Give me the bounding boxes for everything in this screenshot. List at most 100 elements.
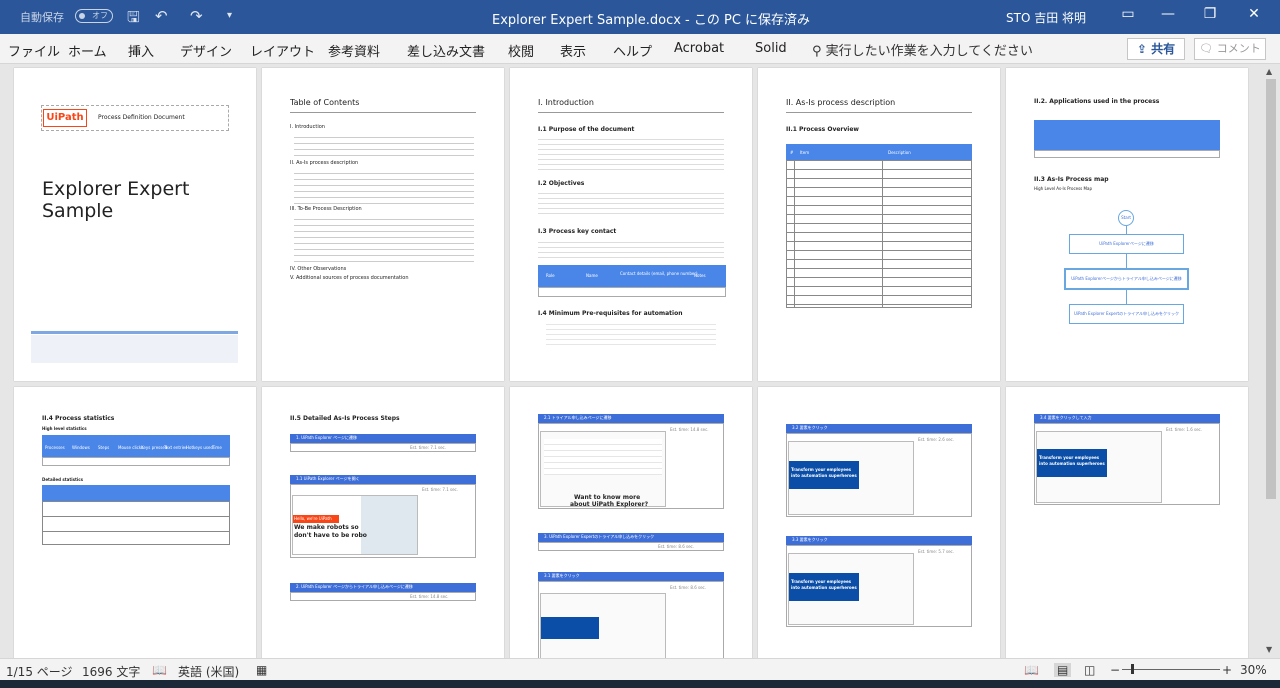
share-button[interactable]: ⇪ 共有 (1127, 38, 1185, 60)
page-10[interactable]: 3.4 要素をクリックして入力 Est. time: 1.6 sec. Tran… (1006, 387, 1248, 658)
toc-sub-lines (294, 214, 474, 264)
autosave-toggle[interactable]: オフ (75, 9, 113, 23)
proofing-icon[interactable]: 📖 (152, 663, 167, 677)
step-title: 3.4 要素をクリックして入力 (1040, 415, 1092, 420)
read-mode-icon[interactable]: 📖 (1024, 663, 1039, 677)
stats-th: Mouse clicks (118, 445, 144, 450)
scroll-down-icon[interactable]: ▼ (1266, 645, 1272, 654)
comment-label: コメント (1216, 42, 1261, 55)
tab-file[interactable]: ファイル (8, 41, 60, 60)
tab-home[interactable]: ホーム (68, 41, 107, 60)
word-count[interactable]: 1696 文字 (82, 663, 140, 680)
map-connector (1126, 290, 1127, 304)
scroll-up-icon[interactable]: ▲ (1266, 67, 1272, 76)
thumbnail-headline-1: Want to know more (574, 494, 641, 501)
tab-references[interactable]: 参考資料 (328, 41, 380, 60)
header-text: Process Definition Document (98, 114, 185, 121)
step-est-time: Est. time: 2.6 sec. (918, 437, 955, 442)
undo-icon[interactable]: ↶ (155, 7, 168, 25)
user-name[interactable]: STO 吉田 将明 (1006, 9, 1086, 26)
tab-review[interactable]: 校閲 (508, 41, 534, 60)
zoom-slider-thumb[interactable] (1131, 664, 1134, 674)
zoom-in-icon[interactable]: + (1222, 663, 1232, 677)
scrollbar-thumb[interactable] (1266, 79, 1276, 499)
map-step-1: UiPath Explorerページに遷移 (1069, 234, 1184, 254)
tab-design[interactable]: デザイン (180, 41, 232, 60)
web-layout-icon[interactable]: ◫ (1084, 663, 1095, 677)
body-text (538, 135, 724, 173)
comment-icon: 🗨 (1199, 42, 1217, 55)
subsection-heading: I.1 Purpose of the document (538, 126, 635, 133)
redo-icon[interactable]: ↷ (190, 7, 203, 25)
subsection-heading: II.5 Detailed As-Is Process Steps (290, 415, 400, 422)
contact-th-details: Contact details (email, phone number) (620, 271, 698, 276)
step-title: 3. UiPath Explorer Expertのトライアル申し込みをクリック (544, 534, 655, 539)
autosave-label: 自動保存 (20, 11, 64, 24)
zoom-out-icon[interactable]: − (1110, 663, 1120, 677)
map-step-3: UiPath Explorer Expertのトライアル申し込みをクリック (1069, 304, 1184, 324)
overview-col-rule (882, 160, 883, 308)
page-6[interactable]: II.4 Process statistics High level stati… (14, 387, 256, 658)
stats-th: Windows (72, 445, 90, 450)
tab-solid[interactable]: Solid (755, 41, 787, 56)
map-start-node: Start (1118, 210, 1134, 226)
minimize-icon[interactable]: — (1158, 6, 1178, 26)
hero-line-1: Transform your employees (791, 467, 852, 472)
step-est-time: Est. time: 7.1 sec. (422, 487, 459, 492)
subsection-heading: I.3 Process key contact (538, 228, 617, 235)
tab-insert[interactable]: 挿入 (128, 41, 154, 60)
subsection-heading: II.2. Applications used in the process (1034, 98, 1160, 105)
overview-th-num: # (790, 150, 794, 155)
step-title: 3.3 要素をクリック (792, 537, 828, 542)
close-icon[interactable]: ✕ (1244, 6, 1264, 26)
title-bar: 自動保存 オフ 🖫 ↶ ↷ ▾ Explorer Expert Sample.d… (0, 0, 1280, 34)
comment-button[interactable]: 🗨 コメント (1194, 38, 1266, 60)
step-est-time: Est. time: 8.6 sec. (670, 585, 707, 590)
page-2[interactable]: Table of Contents I. Introduction II. As… (262, 68, 504, 381)
stats-th: Time (212, 445, 222, 450)
macro-icon[interactable]: ▦ (256, 663, 267, 677)
zoom-slider[interactable] (1122, 669, 1220, 670)
restore-icon[interactable]: ❐ (1200, 6, 1220, 26)
search-text: 実行したい作業を入力してください (825, 44, 1033, 59)
contact-th-notes: Notes (694, 273, 706, 278)
tab-view[interactable]: 表示 (560, 41, 586, 60)
section-title: I. Introduction (538, 98, 594, 107)
page-8[interactable]: 2.1 トライアル申し込みページに遷移 Est. time: 14.8 sec.… (510, 387, 752, 658)
toc-sub-lines (294, 168, 474, 204)
page-5[interactable]: II.2. Applications used in the process I… (1006, 68, 1248, 381)
status-bar: 1/15 ページ 1696 文字 📖 英語 (米国) ▦ 📖 ▤ ◫ − + 3… (0, 658, 1280, 680)
subsection-heading: II.1 Process Overview (786, 126, 859, 133)
tab-mailings[interactable]: 差し込み文書 (407, 41, 485, 60)
share-label: 共有 (1151, 42, 1176, 56)
print-layout-icon[interactable]: ▤ (1054, 663, 1072, 677)
vertical-scrollbar[interactable]: ▲ ▼ (1262, 65, 1280, 658)
thumbnail-content (544, 439, 662, 475)
overview-table-header (786, 144, 972, 160)
contact-table-row (538, 287, 726, 297)
hero-line-1: Transform your employees (791, 579, 852, 584)
zoom-level[interactable]: 30% (1240, 663, 1267, 677)
taskbar-edge (0, 680, 1280, 688)
tab-acrobat[interactable]: Acrobat (674, 41, 724, 56)
section-title: II. As-Is process description (786, 98, 896, 107)
search-icon: ⚲ (812, 44, 826, 59)
toc-rule (290, 112, 476, 113)
ribbon-display-icon[interactable]: ▭ (1118, 6, 1138, 26)
page-3[interactable]: I. Introduction I.1 Purpose of the docum… (510, 68, 752, 381)
customize-qat-icon[interactable]: ▾ (227, 10, 232, 21)
save-icon[interactable]: 🖫 (127, 7, 140, 32)
page-4[interactable]: II. As-Is process description II.1 Proce… (758, 68, 1000, 381)
hero-line-1: Transform your employees (1039, 455, 1100, 460)
tab-help[interactable]: ヘルプ (613, 41, 652, 60)
page-count[interactable]: 1/15 ページ (6, 663, 73, 680)
page-1[interactable]: UiPath Process Definition Document Explo… (14, 68, 256, 381)
tab-layout[interactable]: レイアウト (250, 41, 315, 60)
overview-col-rule (794, 160, 795, 308)
page-7[interactable]: II.5 Detailed As-Is Process Steps 1. UiP… (262, 387, 504, 658)
language-status[interactable]: 英語 (米国) (178, 663, 239, 680)
page-9[interactable]: 3.2 要素をクリック Est. time: 2.6 sec. Transfor… (758, 387, 1000, 658)
toc-entry-1: I. Introduction (290, 124, 325, 130)
document-canvas[interactable]: UiPath Process Definition Document Explo… (0, 65, 1262, 658)
tell-me-search[interactable]: ⚲ 実行したい作業を入力してください (812, 40, 1033, 59)
